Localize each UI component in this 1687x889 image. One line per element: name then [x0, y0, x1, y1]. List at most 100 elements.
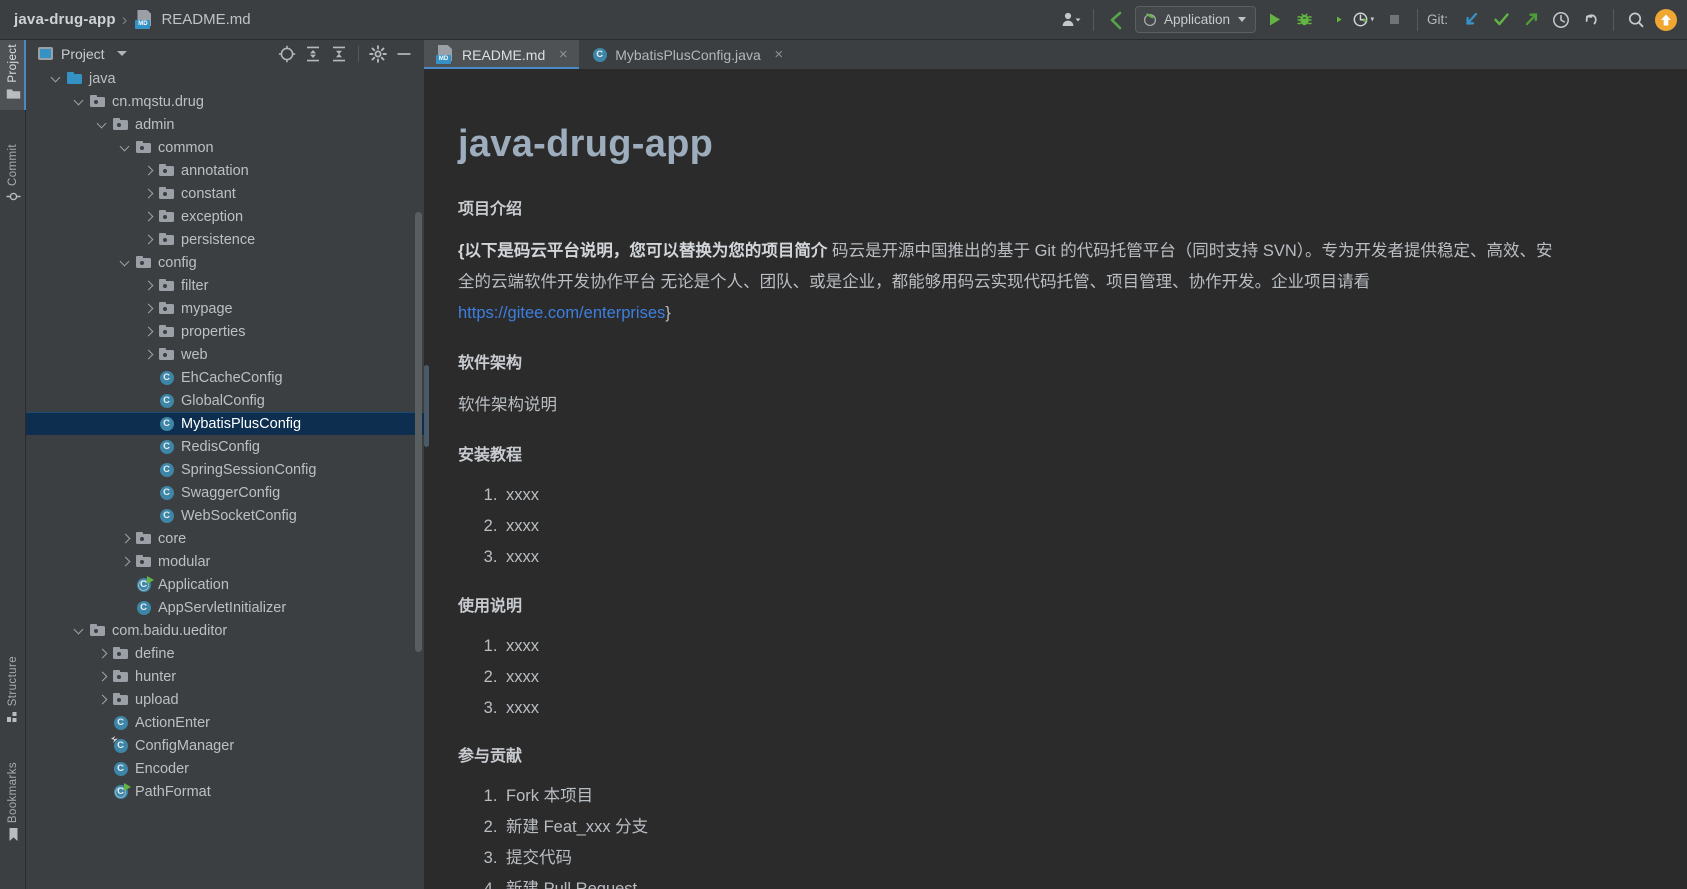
chevron-right-icon[interactable]	[142, 210, 155, 223]
expand-all-icon[interactable]	[301, 42, 325, 66]
tree-node-configmanager[interactable]: ConfigManager	[26, 734, 424, 757]
tree-node-label: java	[89, 70, 116, 87]
hide-panel-icon[interactable]	[392, 42, 416, 66]
tree-node-redisconfig[interactable]: RedisConfig	[26, 435, 424, 458]
tree-node-upload[interactable]: upload	[26, 688, 424, 711]
tree-node-core[interactable]: core	[26, 527, 424, 550]
gitee-enterprises-link[interactable]: https://gitee.com/enterprises	[458, 304, 665, 322]
list-item: xxxx	[502, 633, 1647, 660]
tree-node-label: config	[158, 254, 197, 271]
tree-node-globalconfig[interactable]: GlobalConfig	[26, 389, 424, 412]
java-class-icon	[158, 369, 175, 386]
history-icon[interactable]	[1546, 6, 1576, 34]
tab-mybatisplusconfig-java[interactable]: MybatisPlusConfig.java ×	[579, 40, 795, 69]
git-update-icon[interactable]	[1456, 6, 1486, 34]
chevron-right-icon[interactable]	[119, 532, 132, 545]
chevron-right-icon[interactable]	[142, 187, 155, 200]
tree-node-springsessionconfig[interactable]: SpringSessionConfig	[26, 458, 424, 481]
tab-readme-md[interactable]: MD README.md ×	[424, 40, 580, 69]
chevron-right-icon[interactable]	[142, 233, 155, 246]
run-with-coverage-icon[interactable]	[1320, 6, 1350, 34]
close-icon[interactable]: ×	[556, 46, 570, 63]
package-folder-icon	[158, 277, 175, 294]
stop-icon[interactable]	[1380, 6, 1410, 34]
back-arrow-icon[interactable]	[1101, 6, 1131, 34]
updates-available-icon[interactable]	[1651, 6, 1681, 34]
tree-node-config[interactable]: config	[26, 251, 424, 274]
close-icon[interactable]: ×	[772, 46, 786, 63]
chevron-right-icon[interactable]	[142, 164, 155, 177]
tree-node-actionenter[interactable]: ActionEnter	[26, 711, 424, 734]
tree-node-define[interactable]: define	[26, 642, 424, 665]
sidebar-item-label: Project	[7, 44, 19, 83]
run-configuration-selector[interactable]: Application	[1134, 6, 1256, 33]
profile-icon[interactable]	[1056, 6, 1086, 34]
tree-node-common[interactable]: common	[26, 136, 424, 159]
chevron-right-icon[interactable]	[96, 670, 109, 683]
sidebar-item-structure[interactable]: Structure	[0, 652, 26, 733]
chevron-right-icon[interactable]	[142, 279, 155, 292]
tree-node-appservletinitializer[interactable]: AppServletInitializer	[26, 596, 424, 619]
chevron-down-icon[interactable]	[73, 624, 86, 637]
tree-node-ehcacheconfig[interactable]: EhCacheConfig	[26, 366, 424, 389]
chevron-down-icon[interactable]	[119, 256, 132, 269]
tree-node-constant[interactable]: constant	[26, 182, 424, 205]
search-everywhere-icon[interactable]	[1621, 6, 1651, 34]
collapse-all-icon[interactable]	[327, 42, 351, 66]
tree-node-filter[interactable]: filter	[26, 274, 424, 297]
chevron-down-icon[interactable]	[119, 141, 132, 154]
tree-node-label: upload	[135, 691, 179, 708]
tree-node-websocketconfig[interactable]: WebSocketConfig	[26, 504, 424, 527]
tree-node-java[interactable]: java	[26, 67, 424, 90]
package-folder-icon	[158, 185, 175, 202]
chevron-right-icon[interactable]	[96, 693, 109, 706]
run-icon[interactable]	[1260, 6, 1290, 34]
debug-icon[interactable]	[1290, 6, 1320, 34]
breadcrumb-file[interactable]: README.md	[161, 11, 250, 28]
chevron-right-icon[interactable]	[119, 555, 132, 568]
section-heading-install: 安装教程	[458, 447, 523, 464]
git-commit-icon[interactable]	[1486, 6, 1516, 34]
tree-node-admin[interactable]: admin	[26, 113, 424, 136]
tree-node-annotation[interactable]: annotation	[26, 159, 424, 182]
chevron-down-icon[interactable]	[116, 51, 127, 56]
breadcrumb-project[interactable]: java-drug-app	[14, 11, 116, 28]
chevron-down-icon[interactable]	[50, 72, 63, 85]
tree-node-swaggerconfig[interactable]: SwaggerConfig	[26, 481, 424, 504]
chevron-right-icon[interactable]	[142, 348, 155, 361]
tree-node-label: SpringSessionConfig	[181, 461, 317, 478]
tree-node-exception[interactable]: exception	[26, 205, 424, 228]
tree-node-application[interactable]: Application	[26, 573, 424, 596]
tree-node-properties[interactable]: properties	[26, 320, 424, 343]
rollback-icon[interactable]	[1576, 6, 1606, 34]
settings-gear-icon[interactable]	[366, 42, 390, 66]
chevron-down-icon[interactable]	[73, 95, 86, 108]
sidebar-item-bookmarks[interactable]: Bookmarks	[0, 758, 26, 852]
project-tree-scrollbar[interactable]	[415, 212, 422, 652]
markdown-preview[interactable]: java-drug-app 项目介绍 {以下是码云平台说明，您可以替换为您的项目…	[424, 69, 1687, 889]
tree-node-encoder[interactable]: Encoder	[26, 757, 424, 780]
markdown-scrollbar-thumb[interactable]	[424, 365, 429, 447]
toolbar-divider-3	[1613, 8, 1614, 31]
sidebar-item-commit[interactable]: Commit	[0, 140, 26, 213]
chevron-right-icon[interactable]	[142, 302, 155, 315]
tree-node-web[interactable]: web	[26, 343, 424, 366]
tree-node-persistence[interactable]: persistence	[26, 228, 424, 251]
tree-node-cn-mqstu-drug[interactable]: cn.mqstu.drug	[26, 90, 424, 113]
tree-node-com-baidu-ueditor[interactable]: com.baidu.ueditor	[26, 619, 424, 642]
sidebar-item-project[interactable]: Project	[0, 40, 26, 110]
tree-node-hunter[interactable]: hunter	[26, 665, 424, 688]
locate-icon[interactable]	[275, 42, 299, 66]
tree-node-pathformat[interactable]: PathFormat	[26, 780, 424, 803]
tree-node-mypage[interactable]: mypage	[26, 297, 424, 320]
git-push-icon[interactable]	[1516, 6, 1546, 34]
tree-node-label: cn.mqstu.drug	[112, 93, 204, 110]
chevron-right-icon[interactable]	[96, 647, 109, 660]
tree-node-mybatisplusconfig[interactable]: MybatisPlusConfig	[26, 412, 424, 435]
project-tree[interactable]: java cn.mqstu.drug admin common annotation co…	[26, 67, 424, 889]
profiler-icon[interactable]	[1350, 6, 1380, 34]
chevron-down-icon[interactable]	[96, 118, 109, 131]
tree-node-modular[interactable]: modular	[26, 550, 424, 573]
chevron-right-icon[interactable]	[142, 325, 155, 338]
tree-node-label: web	[181, 346, 208, 363]
